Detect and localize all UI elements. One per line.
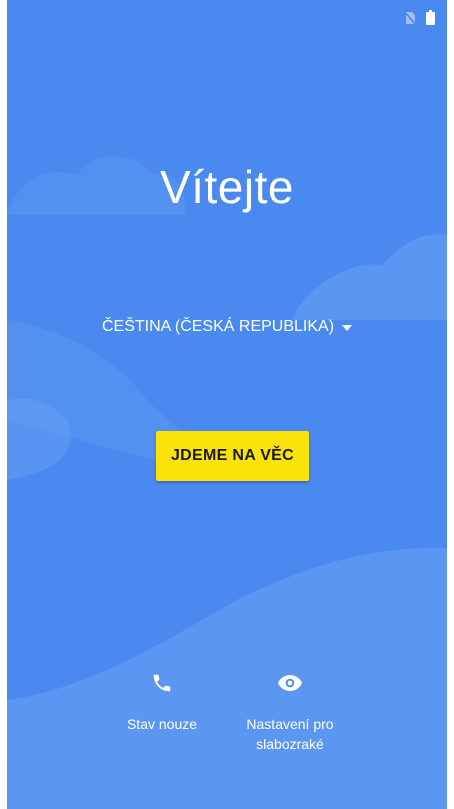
emergency-call-button[interactable]: Stav nouze bbox=[112, 668, 212, 734]
language-label: ČEŠTINA (ČESKÁ REPUBLIKA) bbox=[101, 318, 335, 335]
accessibility-label: Nastavení pro slabozraké bbox=[246, 714, 333, 754]
welcome-title: Vítejte bbox=[160, 161, 294, 213]
background-clouds bbox=[7, 156, 447, 809]
eye-icon bbox=[278, 668, 302, 698]
welcome-screen: Vítejte ČEŠTINA (ČESKÁ REPUBLIKA) JDEME … bbox=[7, 0, 447, 809]
language-selector[interactable]: ČEŠTINA (ČESKÁ REPUBLIKA) bbox=[7, 318, 447, 336]
phone-icon bbox=[151, 668, 173, 698]
battery-icon bbox=[426, 10, 435, 30]
no-sim-icon bbox=[403, 9, 417, 30]
accessibility-label-line1: Nastavení pro bbox=[246, 716, 334, 732]
start-button[interactable]: JDEME NA VĚC bbox=[156, 431, 309, 481]
emergency-label: Stav nouze bbox=[126, 716, 198, 732]
status-bar bbox=[403, 9, 435, 30]
accessibility-label-line2: slabozraké bbox=[256, 736, 324, 752]
dropdown-arrow-icon bbox=[342, 318, 353, 336]
accessibility-settings-button[interactable]: Nastavení pro slabozraké bbox=[230, 668, 350, 754]
